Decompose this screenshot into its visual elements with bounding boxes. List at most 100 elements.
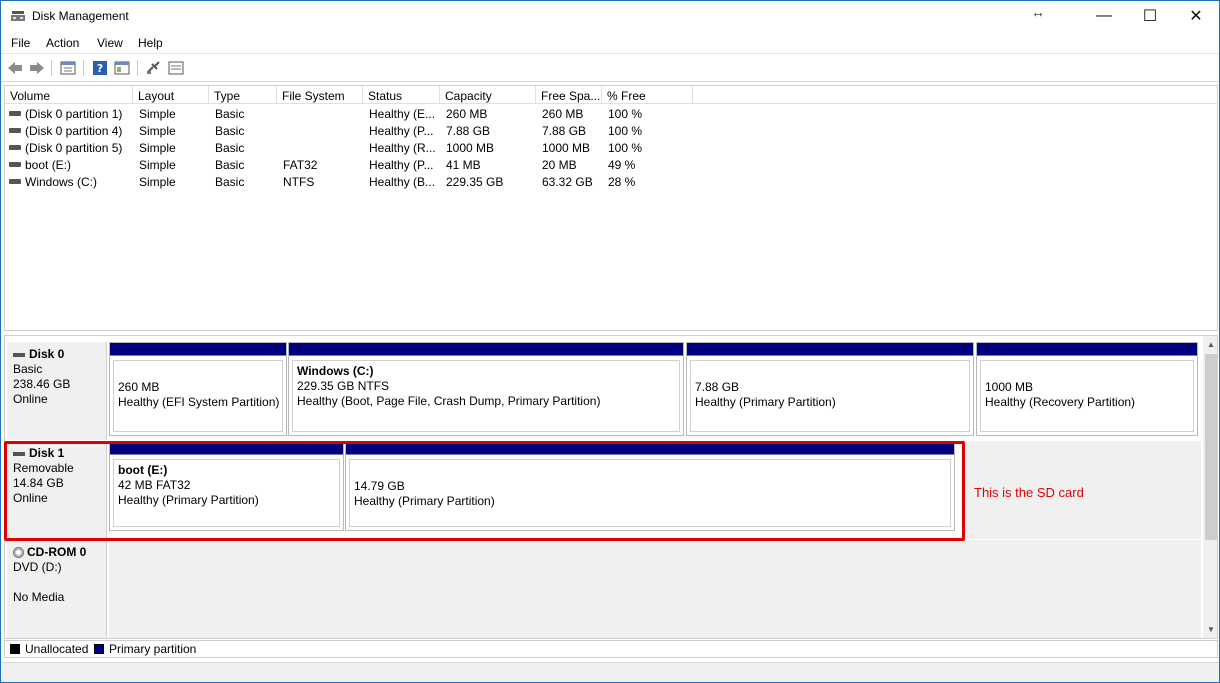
partition-disk1-boot[interactable]: boot (E:) 42 MB FAT32 Healthy (Primary P… [109,441,344,531]
partition-disk0-recovery[interactable]: 1000 MB Healthy (Recovery Partition) [976,342,1198,436]
back-icon[interactable] [6,59,24,77]
toolbar-separator [83,60,84,76]
scroll-down-icon[interactable]: ▼ [1207,625,1215,634]
table-row[interactable]: (Disk 0 partition 5) Simple Basic Health… [5,139,1217,156]
column-volume[interactable]: Volume [5,86,133,104]
console-icon[interactable] [167,59,185,77]
disk-info-disk-0[interactable]: Disk 0 Basic 238.46 GB Online [7,342,107,440]
disk-type: DVD (D:) [13,560,62,574]
partition-status: Healthy (Boot, Page File, Crash Dump, Pr… [297,394,601,408]
cell-file-system: FAT32 [283,158,318,172]
drive-icon [9,162,21,167]
svg-text:?: ? [97,62,103,75]
partition-title: boot (E:) [118,463,168,477]
drive-icon [9,128,21,133]
menu-bar: File Action View Help [1,32,1219,54]
cell-type: Basic [215,158,245,172]
table-row[interactable]: (Disk 0 partition 1) Simple Basic Health… [5,105,1217,122]
partition-bar [977,343,1197,356]
minimize-button[interactable]: — [1081,1,1127,31]
table-row[interactable]: (Disk 0 partition 4) Simple Basic Health… [5,122,1217,139]
connect-icon[interactable] [145,59,163,77]
column-percent-free[interactable]: % Free [602,86,693,104]
close-button[interactable]: ✕ [1173,1,1219,31]
cell-free-space: 260 MB [542,107,584,121]
partition-disk0-primary[interactable]: 7.88 GB Healthy (Primary Partition) [686,342,974,436]
maximize-button[interactable]: ☐ [1127,1,1173,31]
cell-free-space: 20 MB [542,158,577,172]
menu-action[interactable]: Action [46,36,79,50]
disk-name: Disk 1 [29,446,65,460]
disk-name: CD-ROM 0 [27,545,87,559]
disk-info-disk-1[interactable]: Disk 1 Removable 14.84 GB Online [7,441,107,539]
disk-management-app-icon [11,11,25,21]
partition-status: Healthy (Primary Partition) [354,494,495,508]
partition-status: Healthy (Primary Partition) [118,493,259,507]
partition-size: 1000 MB [985,380,1034,394]
cdrom-empty-area [109,540,1201,638]
column-free-space[interactable]: Free Spa... [536,86,602,104]
drive-icon [9,111,21,116]
disk-icon [13,352,25,357]
disk-status: Online [13,491,48,505]
menu-file[interactable]: File [11,36,30,50]
cell-status: Healthy (P... [369,124,434,138]
cell-percent-free: 100 % [608,124,643,138]
column-file-system[interactable]: File System [277,86,363,104]
column-layout[interactable]: Layout [133,86,209,104]
volume-list: Volume Layout Type File System Status Ca… [4,85,1218,331]
disk-status: Online [13,392,48,406]
properties-icon[interactable] [59,59,77,77]
volume-list-header: Volume Layout Type File System Status Ca… [5,86,1217,104]
toolbar-separator [137,60,138,76]
partition-bar [110,442,343,455]
window-title: Disk Management [32,9,129,23]
scroll-up-icon[interactable]: ▲ [1207,340,1215,349]
partition-size: 7.88 GB [695,380,740,394]
cell-percent-free: 28 % [608,175,636,189]
disk-type: Removable [13,461,74,475]
title-bar[interactable]: Disk Management ↔ — ☐ ✕ [1,1,1219,31]
cell-capacity: 260 MB [446,107,488,121]
disk-management-window: Disk Management ↔ — ☐ ✕ File Action View… [0,0,1220,683]
cell-percent-free: 100 % [608,141,643,155]
legend-primary-partition: Primary partition [109,642,197,656]
partition-bar [289,343,683,356]
show-pane-icon[interactable] [113,59,131,77]
help-icon[interactable]: ? [91,59,109,77]
partition-size: 260 MB [118,380,160,394]
table-row[interactable]: boot (E:) Simple Basic FAT32 Healthy (P.… [5,156,1217,173]
cell-status: Healthy (R... [369,141,436,155]
legend: Unallocated Primary partition [4,640,1218,658]
partition-status: Healthy (Primary Partition) [695,395,836,409]
disk-size: 14.84 GB [13,476,64,490]
menu-view[interactable]: View [97,36,123,50]
drive-icon [9,145,21,150]
partition-disk0-efi[interactable]: 260 MB Healthy (EFI System Partition) [109,342,287,436]
column-type[interactable]: Type [209,86,277,104]
scrollbar-thumb[interactable] [1205,354,1217,540]
cell-free-space: 7.88 GB [542,124,587,138]
cell-status: Healthy (P... [369,158,434,172]
partition-size: 229.35 GB NTFS [297,379,390,393]
sd-card-annotation: This is the SD card [974,485,1084,500]
cell-layout: Simple [139,141,176,155]
partition-disk1-primary[interactable]: 14.79 GB Healthy (Primary Partition) [345,441,955,531]
column-capacity[interactable]: Capacity [440,86,536,104]
cell-file-system: NTFS [283,175,315,189]
column-status[interactable]: Status [363,86,440,104]
cd-rom-icon [13,547,24,559]
disk-info-cdrom-0[interactable]: CD-ROM 0 DVD (D:) No Media [7,540,107,638]
vertical-scrollbar[interactable]: ▲ ▼ [1203,336,1217,638]
partition-disk0-windows[interactable]: Windows (C:) 229.35 GB NTFS Healthy (Boo… [288,342,684,436]
partition-status: Healthy (EFI System Partition) [118,395,280,409]
table-row[interactable]: Windows (C:) Simple Basic NTFS Healthy (… [5,173,1217,190]
cell-free-space: 63.32 GB [542,175,593,189]
cell-volume: Windows (C:) [25,175,98,189]
cell-type: Basic [215,141,245,155]
cell-free-space: 1000 MB [542,141,591,155]
forward-icon[interactable] [28,59,46,77]
cell-capacity: 7.88 GB [446,124,491,138]
partition-bar [687,343,973,356]
menu-help[interactable]: Help [138,36,163,50]
